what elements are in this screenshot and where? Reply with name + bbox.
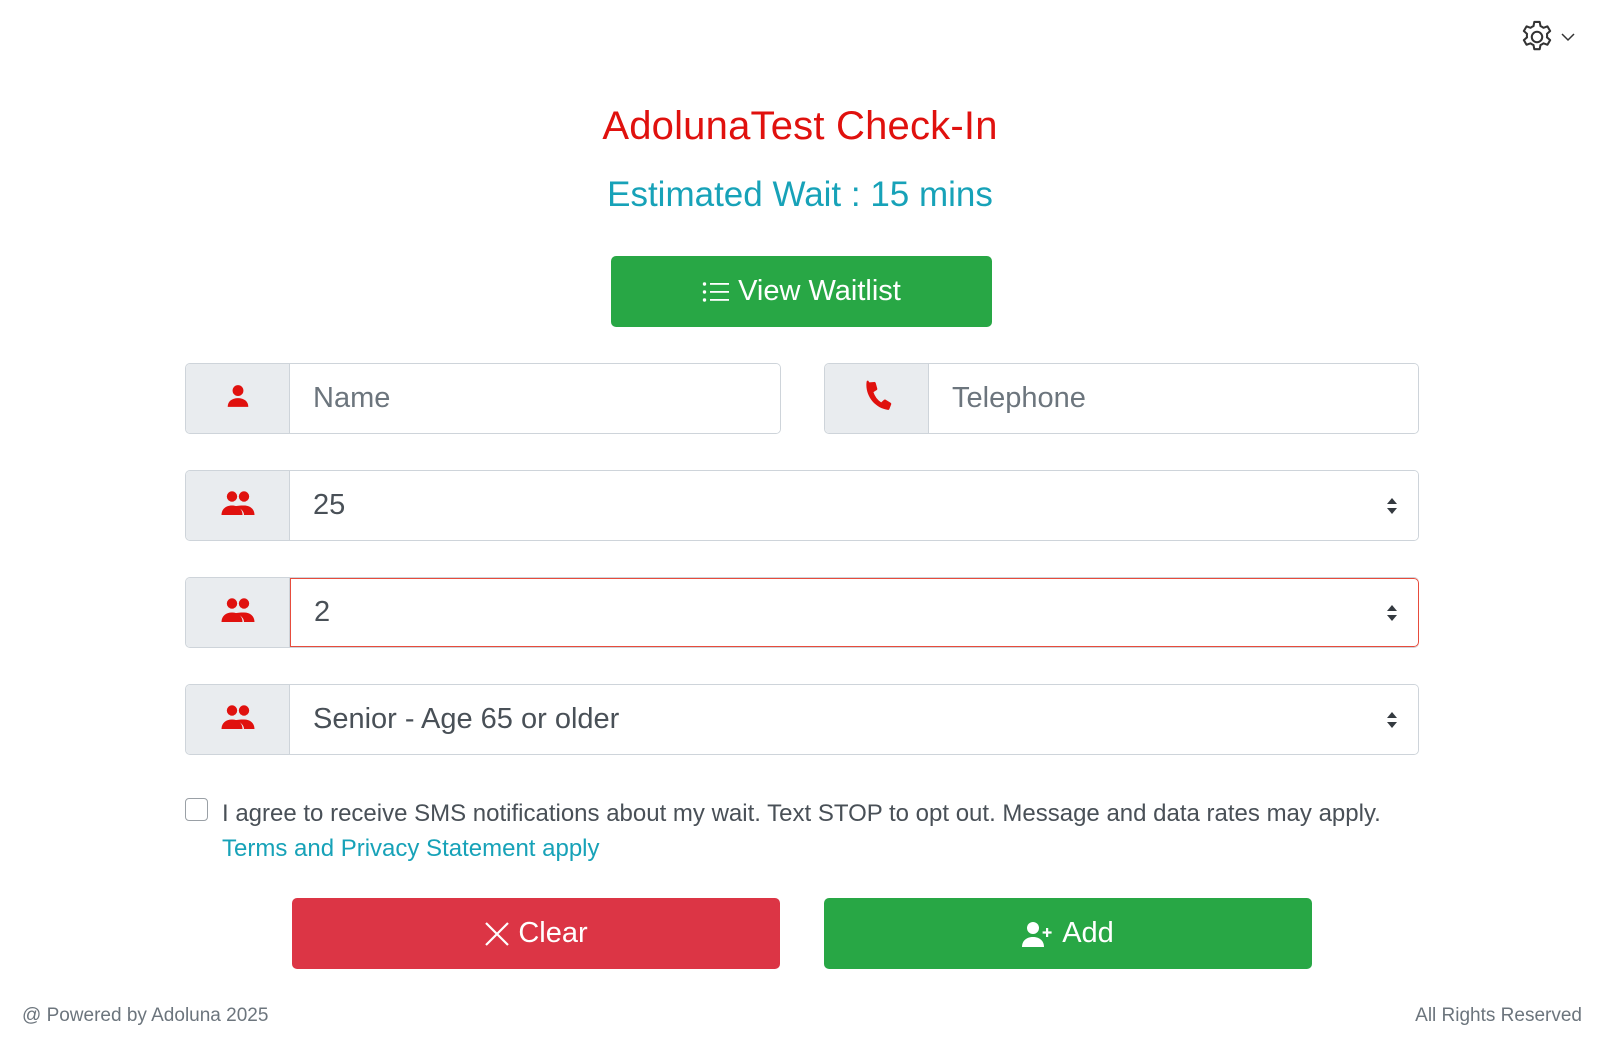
list-icon <box>702 280 730 304</box>
terms-privacy-link[interactable]: Terms and Privacy Statement apply <box>222 835 600 862</box>
users-icon <box>221 704 255 735</box>
phone-icon <box>860 379 894 418</box>
gear-icon[interactable] <box>1518 18 1556 56</box>
select-1-value: 25 <box>313 489 346 521</box>
select-3[interactable]: Senior - Age 65 or older <box>290 685 1418 754</box>
sms-consent-checkbox[interactable] <box>185 798 208 821</box>
add-button[interactable]: Add <box>824 898 1312 969</box>
add-label: Add <box>1062 917 1114 949</box>
sort-arrows-icon <box>1386 711 1398 729</box>
telephone-input[interactable]: Telephone <box>929 364 1418 433</box>
chevron-down-icon[interactable] <box>1560 29 1576 45</box>
select-2-addon <box>186 578 290 647</box>
page-title: AdolunaTest Check-In <box>602 104 998 148</box>
sms-consent: I agree to receive SMS notifications abo… <box>185 796 1425 866</box>
sms-consent-text: I agree to receive SMS notifications abo… <box>222 800 1381 827</box>
sort-arrows-icon <box>1386 604 1398 622</box>
sms-consent-text-block: I agree to receive SMS notifications abo… <box>222 796 1381 866</box>
footer-rights: All Rights Reserved <box>1415 1005 1582 1026</box>
select-3-group: Senior - Age 65 or older <box>185 684 1419 755</box>
estimated-wait: Estimated Wait : 15 mins <box>607 175 993 214</box>
user-icon <box>225 383 251 414</box>
footer-powered-by: @ Powered by Adoluna 2025 <box>22 1005 269 1026</box>
close-icon <box>484 921 510 947</box>
select-3-value: Senior - Age 65 or older <box>313 703 620 735</box>
clear-label: Clear <box>518 917 588 949</box>
check-in-page: AdolunaTest Check-In Estimated Wait : 15… <box>0 0 1600 1041</box>
select-2[interactable]: 2 <box>290 578 1419 647</box>
name-input[interactable]: Name <box>290 364 780 433</box>
users-icon <box>221 597 255 628</box>
telephone-addon <box>825 364 929 433</box>
select-1[interactable]: 25 <box>290 471 1418 540</box>
settings-menu[interactable] <box>1518 18 1576 56</box>
select-2-group: 2 <box>185 577 1419 648</box>
select-1-group: 25 <box>185 470 1419 541</box>
view-waitlist-button[interactable]: View Waitlist <box>611 256 992 327</box>
select-3-addon <box>186 685 290 754</box>
users-icon <box>221 490 255 521</box>
select-1-addon <box>186 471 290 540</box>
name-input-group: Name <box>185 363 781 434</box>
name-addon <box>186 364 290 433</box>
select-2-value: 2 <box>314 596 331 628</box>
clear-button[interactable]: Clear <box>292 898 780 969</box>
view-waitlist-label: View Waitlist <box>738 275 901 307</box>
sort-arrows-icon <box>1386 497 1398 515</box>
telephone-input-group: Telephone <box>824 363 1419 434</box>
add-user-icon <box>1022 921 1054 947</box>
